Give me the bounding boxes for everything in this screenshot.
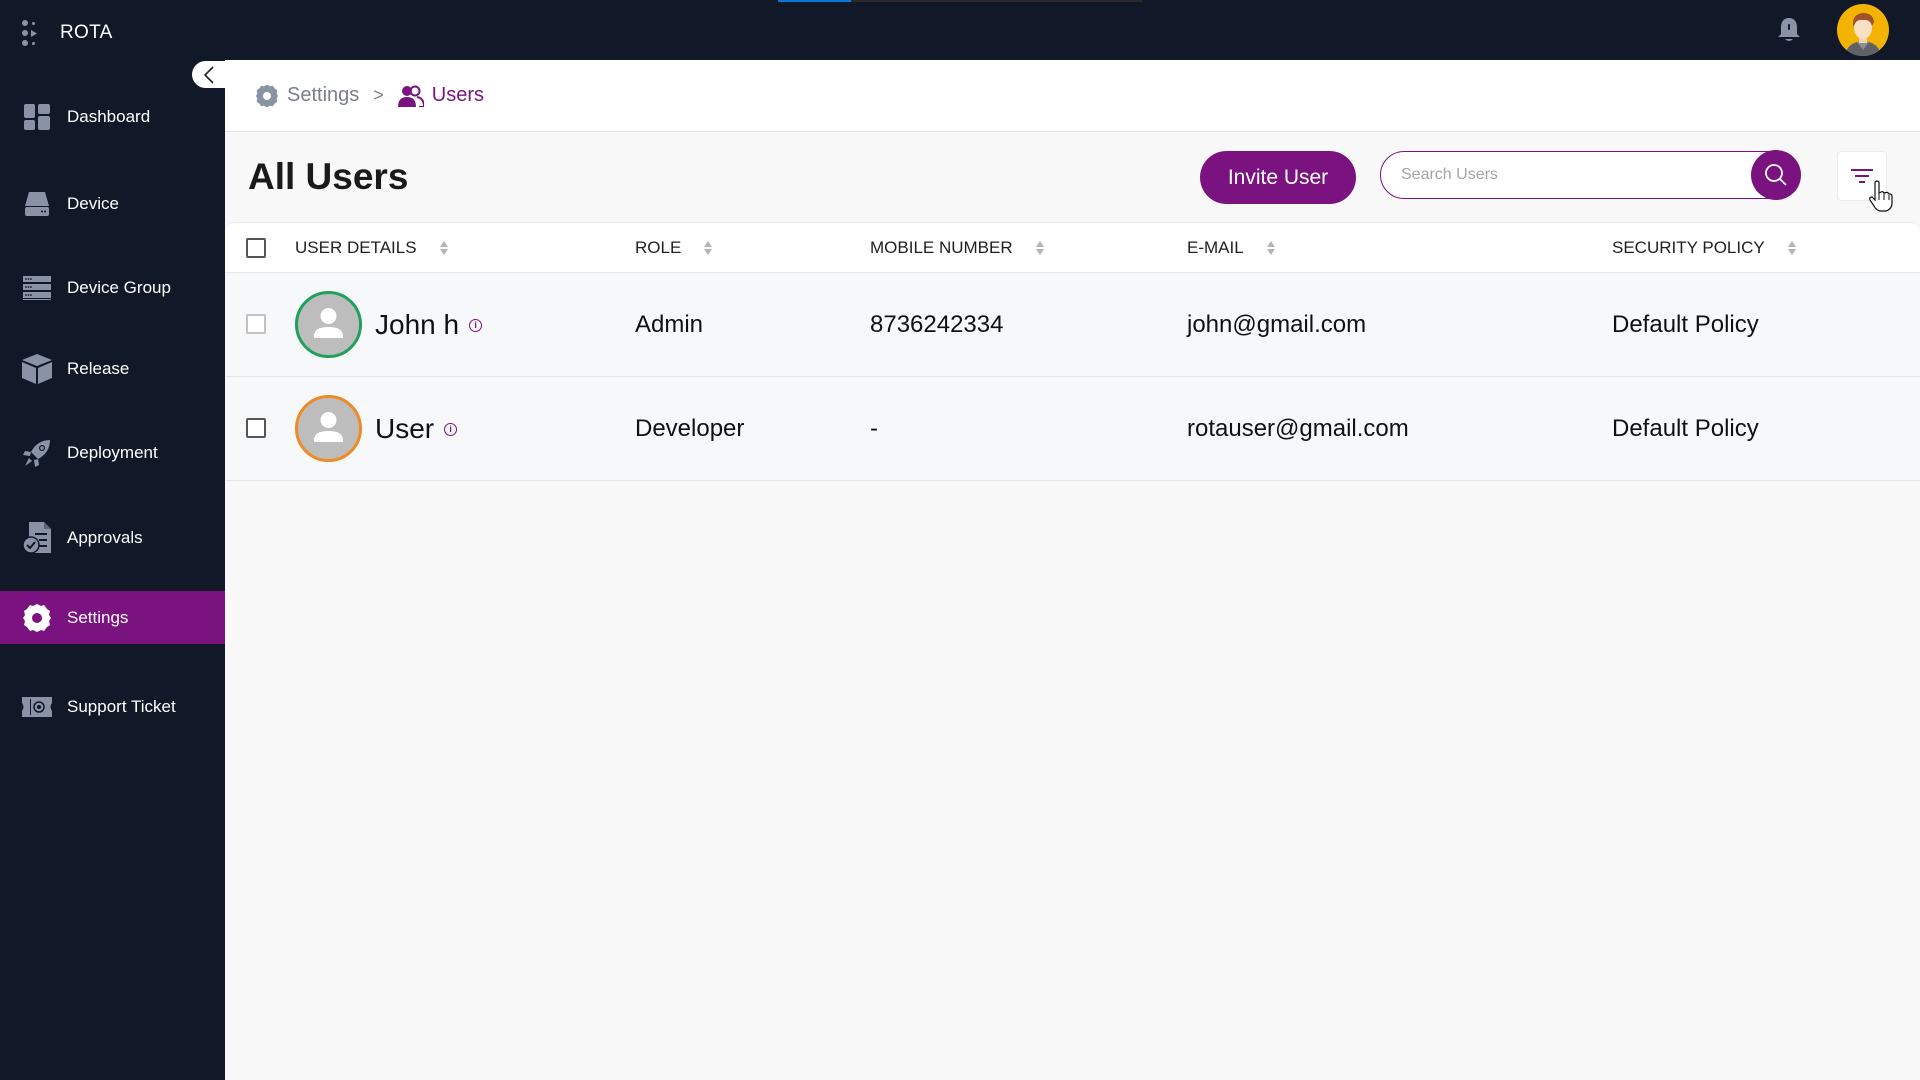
users-table: USER DETAILS ROLE MOBILE NUMBER E-MAIL S… <box>225 222 1920 481</box>
device-icon <box>22 189 52 219</box>
breadcrumb-label: Settings <box>287 84 360 106</box>
search-button[interactable] <box>1751 150 1801 200</box>
sort-icon[interactable] <box>1035 241 1045 255</box>
profile-avatar[interactable] <box>1837 4 1889 56</box>
info-icon[interactable]: i <box>444 422 458 436</box>
breadcrumb-settings[interactable]: Settings <box>255 84 359 108</box>
ticket-icon <box>22 692 52 722</box>
bell-icon[interactable] <box>1776 16 1802 44</box>
sort-icon[interactable] <box>1266 241 1276 255</box>
sort-icon[interactable] <box>703 241 713 255</box>
mobile-cell: 8736242334 <box>870 311 1004 338</box>
row-checkbox[interactable] <box>246 418 266 438</box>
user-name-cell: User i <box>375 377 458 481</box>
box-icon <box>22 353 52 384</box>
sidebar-item-device[interactable]: Device <box>0 177 225 230</box>
app-logo[interactable]: ROTA <box>20 18 113 48</box>
search-icon <box>1765 164 1787 186</box>
sidebar-item-label: Support Ticket <box>67 696 176 716</box>
breadcrumb: Settings > Users <box>225 60 1920 132</box>
gear-icon <box>255 84 279 107</box>
loading-progress-fill <box>778 0 851 2</box>
sidebar-item-label: Device <box>67 193 119 213</box>
column-header-mobile-number[interactable]: MOBILE NUMBER <box>870 223 1045 273</box>
avatar <box>295 395 362 462</box>
person-icon <box>314 412 343 442</box>
breadcrumb-separator: > <box>373 85 384 105</box>
sort-icon[interactable] <box>439 241 449 255</box>
row-checkbox[interactable] <box>246 314 266 334</box>
sidebar-item-label: Release <box>67 358 130 378</box>
table-header: USER DETAILS ROLE MOBILE NUMBER E-MAIL S… <box>225 222 1920 273</box>
email-cell: rotauser@gmail.com <box>1187 415 1409 442</box>
mouse-pointer-icon <box>1868 180 1894 217</box>
user-name-cell: John h i <box>375 273 483 377</box>
search-input[interactable] <box>1401 152 1731 197</box>
security-policy-cell: Default Policy <box>1612 415 1759 442</box>
sidebar-item-approvals[interactable]: Approvals <box>0 511 225 564</box>
column-label: SECURITY POLICY <box>1612 238 1765 257</box>
sidebar-item-release[interactable]: Release <box>0 342 225 395</box>
column-header-role[interactable]: ROLE <box>635 223 713 273</box>
sidebar-item-device-group[interactable]: Device Group <box>0 261 225 314</box>
select-all-checkbox[interactable] <box>246 238 266 258</box>
approval-document-icon <box>22 521 52 554</box>
invite-user-button[interactable]: Invite User <box>1200 151 1356 204</box>
app-name: ROTA <box>60 22 113 43</box>
sidebar-item-label: Dashboard <box>67 106 151 126</box>
chevron-left-icon <box>203 65 214 84</box>
role-cell: Admin <box>635 311 704 338</box>
avatar <box>295 291 362 358</box>
server-icon <box>22 273 52 303</box>
column-label: USER DETAILS <box>295 238 417 257</box>
user-name[interactable]: User <box>375 413 434 445</box>
breadcrumb-label: Users <box>431 84 485 106</box>
sidebar-item-label: Settings <box>67 607 129 627</box>
user-name[interactable]: John h <box>375 309 459 341</box>
info-icon[interactable]: i <box>469 318 483 332</box>
role-cell: Developer <box>635 415 745 442</box>
sort-icon[interactable] <box>1787 241 1797 255</box>
sidebar-item-settings[interactable]: Settings <box>0 591 225 644</box>
logo-icon <box>20 18 44 48</box>
email-cell: john@gmail.com <box>1187 311 1367 338</box>
column-label: ROLE <box>635 238 682 257</box>
breadcrumb-users: Users <box>397 84 485 107</box>
rocket-icon <box>22 438 52 468</box>
sidebar-item-label: Deployment <box>67 442 158 462</box>
security-policy-cell: Default Policy <box>1612 311 1759 338</box>
table-row[interactable]: John hi Admin 8736242334 john@gmail.com … <box>225 273 1920 377</box>
mobile-cell: - <box>870 415 878 442</box>
column-label: E-MAIL <box>1187 238 1244 257</box>
page-title: All Users <box>248 156 409 197</box>
column-header-email[interactable]: E-MAIL <box>1187 223 1276 273</box>
main-content: Settings > Users All Users Invite User U… <box>225 60 1920 1080</box>
table-row[interactable]: User i Developer - rotauser@gmail.com Def… <box>225 377 1920 481</box>
column-header-security-policy[interactable]: SECURITY POLICY <box>1612 223 1797 273</box>
sidebar: Dashboard Device Device Group Release De… <box>0 60 225 1080</box>
search-box <box>1380 150 1801 200</box>
user-avatar-icon <box>1845 13 1881 56</box>
column-header-user-details[interactable]: USER DETAILS <box>295 223 449 273</box>
sidebar-item-label: Device Group <box>67 277 171 297</box>
users-icon <box>397 85 424 107</box>
person-icon <box>314 308 343 338</box>
dashboard-icon <box>22 102 52 132</box>
sidebar-item-deployment[interactable]: Deployment <box>0 426 225 479</box>
column-label: MOBILE NUMBER <box>870 238 1013 257</box>
sidebar-item-label: Approvals <box>67 527 143 547</box>
gear-icon <box>22 603 52 633</box>
top-bar: ROTA <box>0 0 1920 60</box>
sidebar-item-dashboard[interactable]: Dashboard <box>0 90 225 143</box>
sidebar-collapse-button[interactable] <box>192 61 226 88</box>
sidebar-item-support-ticket[interactable]: Support Ticket <box>0 680 225 733</box>
